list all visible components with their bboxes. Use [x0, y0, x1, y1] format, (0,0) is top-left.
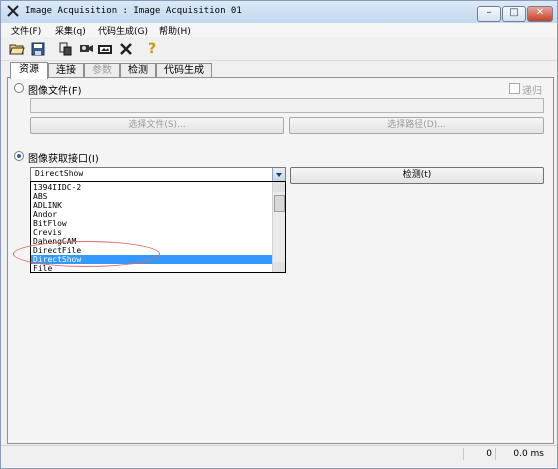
tab-connection[interactable]: 连接 — [48, 63, 84, 78]
scroll-up-icon[interactable] — [273, 182, 285, 192]
acquisition-interface-label: 图像获取接口(I) — [28, 154, 99, 165]
halcon-icon — [7, 5, 19, 17]
close-button[interactable]: ✕ — [527, 6, 553, 22]
save-icon[interactable] — [30, 41, 46, 57]
menu-file[interactable]: 文件(F) — [11, 24, 41, 37]
scroll-thumb[interactable] — [274, 195, 285, 212]
select-path-button[interactable]: 选择路径(D)... — [289, 117, 544, 134]
chevron-down-icon[interactable] — [272, 168, 285, 181]
help-icon[interactable]: ? — [144, 41, 160, 57]
select-file-button[interactable]: 选择文件(S)... — [30, 117, 284, 134]
list-item[interactable]: Crevis — [31, 228, 273, 237]
status-count: 0 — [463, 448, 496, 460]
menu-codegen[interactable]: 代码生成(G) — [98, 24, 148, 37]
recursive-label: 递归 — [522, 86, 542, 97]
toolbar: ? — [1, 38, 557, 61]
minimize-button[interactable]: – — [477, 6, 501, 22]
status-bar: 0 0.0 ms — [1, 445, 557, 462]
tab-codegen[interactable]: 代码生成 — [156, 63, 212, 78]
acquisition-interface-radio[interactable] — [14, 151, 24, 161]
title-bar[interactable]: Image Acquisition : Image Acquisition 01… — [1, 1, 557, 23]
list-item[interactable]: BitFlow — [31, 219, 273, 228]
detect-button[interactable]: 检测(t) — [290, 167, 544, 184]
menu-bar: 文件(F) 采集(q) 代码生成(G) 帮助(H) — [1, 23, 557, 37]
main-window: Image Acquisition : Image Acquisition 01… — [0, 0, 558, 469]
highlight-ellipse — [13, 241, 160, 267]
connect-icon[interactable] — [78, 41, 94, 57]
window-title: Image Acquisition : Image Acquisition 01 — [25, 6, 242, 16]
menu-help[interactable]: 帮助(H) — [159, 24, 191, 37]
status-time: 0.0 ms — [495, 448, 548, 460]
snapshot-icon[interactable] — [97, 41, 113, 57]
recursive-checkbox[interactable] — [509, 83, 520, 94]
interface-combobox[interactable]: DirectShow — [30, 167, 286, 182]
tab-inspect[interactable]: 检测 — [120, 63, 156, 78]
open-folder-icon[interactable] — [9, 41, 25, 57]
menu-acquire[interactable]: 采集(q) — [55, 24, 86, 37]
image-files-radio[interactable] — [14, 83, 24, 93]
tab-resources[interactable]: 资源 — [10, 62, 48, 79]
maximize-button[interactable]: □ — [502, 6, 526, 22]
load-icon[interactable] — [57, 41, 73, 57]
interface-combobox-value: DirectShow — [35, 169, 84, 178]
image-path-field[interactable] — [30, 98, 544, 113]
list-item[interactable]: ABS — [31, 192, 273, 201]
scroll-down-icon[interactable] — [273, 262, 285, 272]
dropdown-scrollbar[interactable] — [272, 182, 285, 272]
list-item[interactable]: Andor — [31, 210, 273, 219]
list-item[interactable]: ADLINK — [31, 201, 273, 210]
list-item[interactable]: 1394IIDC-2 — [31, 183, 273, 192]
image-files-label: 图像文件(F) — [28, 86, 82, 97]
settings-icon[interactable] — [118, 41, 134, 57]
tab-parameters[interactable]: 参数 — [84, 63, 120, 78]
